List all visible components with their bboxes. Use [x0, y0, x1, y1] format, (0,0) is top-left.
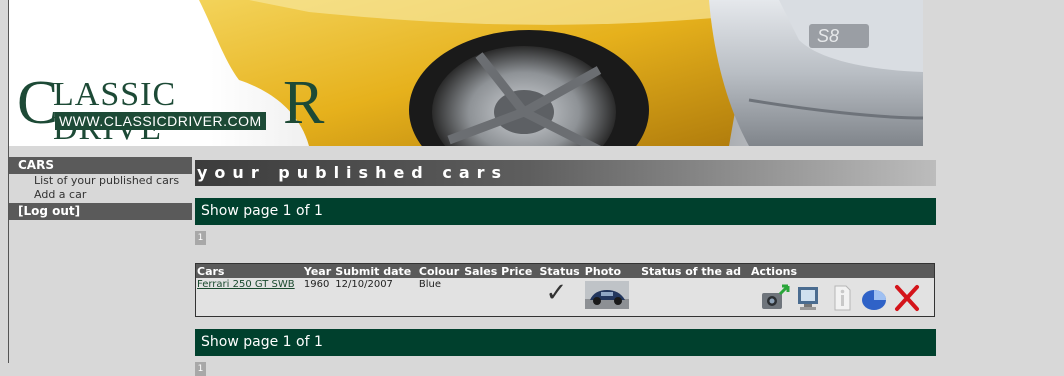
sidebar-item-add-car[interactable]: Add a car — [9, 188, 192, 202]
svg-text:S8: S8 — [817, 26, 839, 46]
delete-icon[interactable] — [892, 284, 922, 312]
pager-bar-top: Show page 1 of 1 — [195, 198, 936, 225]
col-header-sales-price: Sales Price — [463, 264, 539, 278]
col-header-year: Year — [302, 264, 335, 278]
page-title: your published cars — [195, 160, 936, 186]
cell-submit-date: 12/10/2007 — [335, 279, 393, 290]
page-number-link-top[interactable]: 1 — [195, 231, 206, 245]
logo-url: WWW.CLASSICDRIVER.COM — [55, 112, 266, 130]
col-header-status-of-ad: Status of the ad — [633, 264, 750, 278]
info-icon[interactable] — [826, 284, 856, 312]
col-header-actions: Actions — [750, 264, 934, 278]
row-actions — [760, 284, 922, 312]
main-content: your published cars Show page 1 of 1 1 C… — [195, 160, 936, 376]
page-number-link-bottom[interactable]: 1 — [195, 362, 206, 376]
check-icon: ✓ — [545, 278, 568, 308]
statistics-icon[interactable] — [859, 284, 889, 312]
cell-colour: Blue — [418, 279, 442, 290]
logout-link[interactable]: [Log out] — [9, 203, 192, 220]
cell-year: 1960 — [303, 279, 330, 290]
col-header-cars: Cars — [196, 264, 303, 278]
sidebar-item-list-published-cars[interactable]: List of your published cars — [9, 174, 192, 188]
cell-sales-price — [463, 278, 538, 315]
cell-photo — [584, 278, 633, 315]
col-header-photo: Photo — [583, 264, 634, 278]
car-photo-thumbnail[interactable] — [584, 281, 629, 309]
pager-bar-bottom: Show page 1 of 1 — [195, 329, 936, 356]
cars-table: Cars Year Submit date Colour Sales Price… — [195, 263, 935, 317]
preview-icon[interactable] — [793, 284, 823, 312]
col-header-status: Status — [538, 264, 584, 278]
car-link[interactable]: Ferrari 250 GT SWB — [197, 279, 295, 290]
col-header-colour: Colour — [417, 264, 464, 278]
sidebar: CARS List of your published cars Add a c… — [9, 157, 192, 220]
cell-status: ✓ — [538, 278, 583, 315]
upload-photo-icon[interactable] — [760, 284, 790, 312]
header-banner: S8 C LASSIC DRIVE WWW.CLASSICDRIVER.COM … — [9, 0, 923, 146]
sidebar-section-cars: CARS — [9, 157, 192, 174]
table-header-row: Cars Year Submit date Colour Sales Price… — [196, 264, 934, 278]
cell-status-of-ad — [633, 278, 750, 315]
col-header-submit-date: Submit date — [334, 264, 418, 278]
